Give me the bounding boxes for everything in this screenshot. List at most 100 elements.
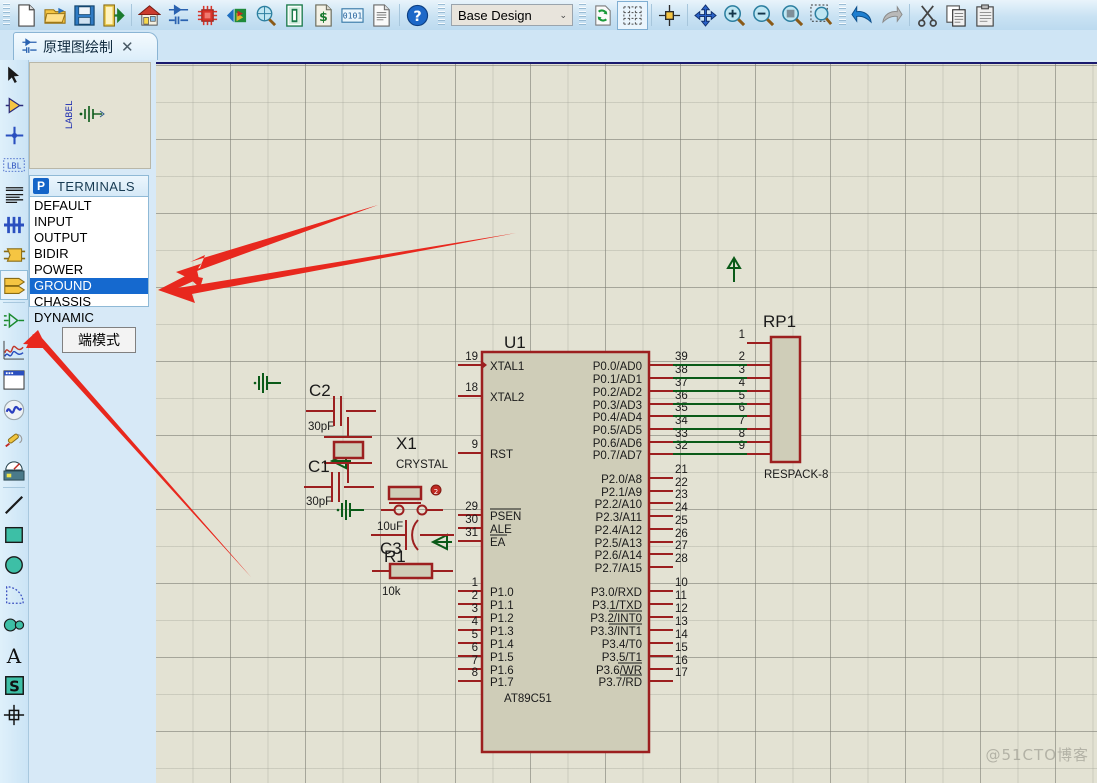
new-file-button[interactable]: [12, 2, 41, 29]
home-button[interactable]: [135, 2, 164, 29]
tab-schematic[interactable]: 原理图绘制 ✕: [13, 32, 158, 60]
box-tool-button[interactable]: [0, 520, 28, 550]
text-script-mode-button[interactable]: [0, 180, 28, 210]
line-tool-icon: [4, 495, 24, 515]
power-terminal-symbol[interactable]: [726, 256, 742, 282]
symbol-tool-button[interactable]: S: [0, 670, 28, 700]
zoom-area-button[interactable]: [807, 2, 836, 29]
terminals-mode-button[interactable]: [0, 270, 28, 300]
undo-button[interactable]: [848, 2, 877, 29]
bill-of-materials-button[interactable]: $: [309, 2, 338, 29]
open-file-button[interactable]: [41, 2, 70, 29]
wire-label-mode-icon: LBL: [3, 158, 25, 172]
virtual-instruments-mode-button[interactable]: [0, 455, 28, 485]
binary-button[interactable]: 0101: [338, 2, 367, 29]
circle-tool-button[interactable]: [0, 550, 28, 580]
tape-recorder-mode-button[interactable]: [0, 365, 28, 395]
save-button[interactable]: [70, 2, 99, 29]
capacitor-c2[interactable]: C2 30pF: [306, 381, 376, 433]
component-mode-button[interactable]: [0, 90, 28, 120]
path-tool-button[interactable]: [0, 610, 28, 640]
text-tool-icon: A: [6, 645, 22, 666]
zoom-in-button[interactable]: [720, 2, 749, 29]
svg-text:S: S: [9, 677, 20, 695]
paste-button[interactable]: [971, 2, 1000, 29]
wire-label-mode-button[interactable]: LBL: [0, 150, 28, 180]
subcircuit-mode-icon: [3, 248, 25, 262]
selection-mode-button[interactable]: [0, 60, 28, 90]
ground-terminal-symbol[interactable]: [253, 373, 281, 393]
list-item[interactable]: DEFAULT: [30, 198, 148, 214]
input-terminal-symbol[interactable]: [430, 533, 452, 551]
list-item-power[interactable]: POWER: [30, 262, 148, 278]
toolbar-grip-3[interactable]: [579, 3, 586, 27]
list-item[interactable]: DYNAMIC: [30, 310, 148, 326]
svg-text:A: A: [6, 645, 22, 666]
generator-mode-button[interactable]: [0, 395, 28, 425]
list-item[interactable]: INPUT: [30, 214, 148, 230]
design-select[interactable]: Base Design ⌄: [451, 4, 573, 26]
toolbar-grip-2[interactable]: [438, 3, 445, 27]
report-icon: [373, 3, 390, 27]
source-code-button[interactable]: [280, 2, 309, 29]
resistor-r1[interactable]: R1 10k: [372, 547, 453, 598]
list-item[interactable]: BIDIR: [30, 246, 148, 262]
redo-icon: [882, 4, 903, 24]
crystal-x1[interactable]: X1 CRYSTAL: [324, 417, 449, 483]
pushbutton-switch[interactable]: 2: [381, 484, 443, 516]
redo-button[interactable]: [877, 2, 906, 29]
svg-text:P1.6: P1.6: [490, 665, 514, 677]
toggle-grid-button[interactable]: [617, 0, 648, 30]
resistor-pack-rp1[interactable]: RP1 RESPACK-8 1 2 3 4 5 6 7 8 9: [673, 312, 828, 481]
set-origin-button[interactable]: [655, 2, 684, 29]
list-item-ground[interactable]: GROUND: [30, 278, 148, 294]
x1-ref: X1: [396, 434, 417, 453]
zoom-all-button[interactable]: [778, 2, 807, 29]
zoom-in-icon: [724, 4, 746, 26]
3d-visualizer-button[interactable]: [222, 2, 251, 29]
marker-tool-button[interactable]: [0, 700, 28, 730]
report-button[interactable]: [367, 2, 396, 29]
design-explorer-button[interactable]: [251, 2, 280, 29]
graph-mode-button[interactable]: [0, 335, 28, 365]
ground-terminal-symbol[interactable]: [336, 500, 364, 520]
exit-button[interactable]: [99, 2, 128, 29]
close-icon[interactable]: ✕: [121, 38, 134, 56]
list-item[interactable]: CHASSIS: [30, 294, 148, 310]
virtual-instruments-mode-icon: [3, 460, 25, 481]
arc-tool-icon: [6, 586, 24, 604]
pcb-layout-button[interactable]: [193, 2, 222, 29]
pick-badge-icon[interactable]: P: [33, 178, 49, 194]
svg-text:3: 3: [472, 603, 478, 615]
c2-ref: C2: [309, 381, 331, 400]
svg-text:P0.2/AD2: P0.2/AD2: [593, 387, 642, 399]
terminals-list[interactable]: DEFAULT INPUT OUTPUT BIDIR POWER GROUND …: [29, 197, 149, 325]
cut-button[interactable]: [913, 2, 942, 29]
toolbar-grip-4[interactable]: [839, 3, 846, 27]
object-selector-panel: LABEL P TERMINALS DEFAULT INPUT OUTPUT B…: [29, 62, 155, 762]
schematic-capture-button[interactable]: [164, 2, 193, 29]
help-button[interactable]: ?: [403, 2, 432, 29]
refresh-icon: [595, 4, 611, 26]
ic-u1[interactable]: U1 AT89C51 19 XTAL1 18 XTAL2 9 RST 29 PS…: [458, 333, 688, 754]
zoom-out-button[interactable]: [749, 2, 778, 29]
device-pins-mode-button[interactable]: [0, 305, 28, 335]
schematic-canvas[interactable]: .w{stroke:#9c1f1f;stroke-width:2;fill:no…: [156, 62, 1097, 783]
svg-text:?: ?: [413, 9, 421, 25]
junction-dot-mode-button[interactable]: [0, 120, 28, 150]
buses-mode-button[interactable]: [0, 210, 28, 240]
origin-icon: [658, 4, 681, 26]
toolbar-grip[interactable]: [3, 3, 10, 27]
svg-text:1: 1: [739, 329, 745, 341]
refresh-button[interactable]: [588, 2, 617, 29]
voltage-probe-mode-button[interactable]: [0, 425, 28, 455]
u1-right-pins: 39P0.0/AD0 38P0.1/AD1 37P0.2/AD2 36P0.3/…: [590, 351, 688, 689]
arc-tool-button[interactable]: [0, 580, 28, 610]
subcircuit-mode-button[interactable]: [0, 240, 28, 270]
text-tool-button[interactable]: A: [0, 640, 28, 670]
line-tool-button[interactable]: [0, 490, 28, 520]
pan-button[interactable]: [691, 2, 720, 29]
list-item[interactable]: OUTPUT: [30, 230, 148, 246]
toolbar-separator: [131, 4, 132, 26]
copy-button[interactable]: [942, 2, 971, 29]
